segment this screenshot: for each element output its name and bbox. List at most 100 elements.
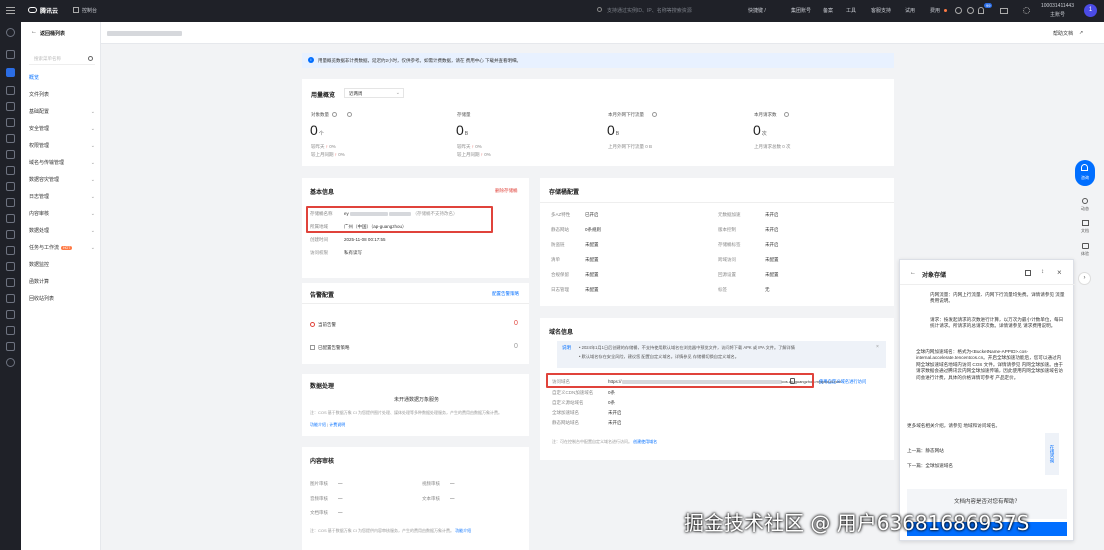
nav-item-overview[interactable]: 概览	[29, 72, 99, 84]
shield-icon[interactable]	[6, 166, 15, 175]
key-icon[interactable]	[6, 86, 15, 95]
help-icon[interactable]	[967, 7, 974, 14]
database-icon[interactable]	[6, 134, 15, 143]
network-icon[interactable]	[6, 230, 15, 239]
search-icon[interactable]	[597, 7, 602, 12]
topbar-item-tools[interactable]: 工具	[846, 7, 856, 14]
custom-domain-link[interactable]: 使用自定义域名进行访问	[819, 379, 866, 385]
cloud-icon[interactable]	[6, 214, 15, 223]
config-value: 未开启	[765, 242, 779, 247]
sub-value: 0 次	[782, 144, 791, 149]
account-id[interactable]: 100031411443	[1041, 3, 1074, 9]
audit-label: 文档审核	[310, 510, 328, 515]
chart-icon[interactable]	[6, 182, 15, 191]
container-icon[interactable]	[6, 246, 15, 255]
resize-icon[interactable]: ↕	[1041, 269, 1044, 275]
topbar-item-group-account[interactable]: 集团账号	[791, 7, 811, 14]
experience-label[interactable]: 体验	[1079, 251, 1091, 257]
log-icon[interactable]	[6, 310, 15, 319]
nav-item-tasks-workflow[interactable]: 任务与工作流 HOT ⌄	[29, 242, 99, 254]
next-doc-link[interactable]: 下一篇：全球加速域名	[907, 463, 953, 469]
search-icon[interactable]	[88, 56, 93, 61]
note-link[interactable]: 功能介绍	[455, 528, 471, 533]
delete-bucket-button[interactable]: 删除存储桶	[495, 188, 518, 194]
nav-item-basic-config[interactable]: 基础配置 ⌄	[29, 106, 99, 118]
content-audit-title: 内容审核	[310, 459, 335, 465]
consult-button[interactable]: 咨询	[1075, 160, 1095, 186]
nav-item-data-processing[interactable]: 数据处理 ⌄	[29, 225, 99, 237]
topbar-item-billing[interactable]: 费用	[930, 7, 940, 14]
home-icon[interactable]	[73, 7, 79, 13]
info-circle-icon[interactable]	[784, 112, 789, 117]
close-icon[interactable]: ×	[876, 344, 879, 350]
back-to-bucket-list[interactable]: 返回桶列表	[40, 30, 65, 37]
message-icon[interactable]	[6, 342, 15, 351]
help-circle-icon[interactable]	[332, 112, 337, 117]
topbar-item-icp[interactable]: 备案	[823, 7, 833, 14]
cdn-icon[interactable]	[6, 294, 15, 303]
nav-item-domain-transfer[interactable]: 域名与传输管理 ⌄	[29, 157, 99, 169]
apps-icon[interactable]	[1023, 7, 1030, 14]
bell-icon[interactable]	[978, 7, 984, 14]
info-icon: i	[308, 57, 314, 63]
book-icon[interactable]	[1082, 220, 1089, 226]
menu-icon[interactable]	[6, 7, 15, 14]
function-icon[interactable]	[6, 262, 15, 271]
chevron-right-icon[interactable]: ›	[1078, 272, 1091, 285]
info-circle-icon[interactable]	[347, 112, 352, 117]
calendar-icon[interactable]	[6, 102, 15, 111]
nav-item-disaster-recovery[interactable]: 数据容灾管理 ⌄	[29, 174, 99, 186]
dynamic-label[interactable]: 动态	[1079, 206, 1091, 212]
billing-link[interactable]: 计费说明	[329, 422, 345, 427]
online-consult-button[interactable]: 在线咨询	[1045, 433, 1059, 475]
mail-icon[interactable]	[1000, 8, 1008, 14]
nav-item-permissions[interactable]: 权限管理 ⌄	[29, 140, 99, 152]
nav-item-data-monitor[interactable]: 数据监控	[29, 259, 99, 271]
chat-icon[interactable]	[1082, 243, 1089, 249]
menu-search-input[interactable]: 搜索菜单名称	[29, 53, 95, 65]
avatar[interactable]: 1	[1084, 4, 1097, 17]
nav-item-function-compute[interactable]: 函数计算	[29, 276, 99, 288]
back-arrow-icon[interactable]: ←	[31, 29, 37, 35]
server-icon[interactable]	[6, 118, 15, 127]
configure-alarm-link[interactable]: 配置告警策略	[492, 291, 519, 297]
docs-label[interactable]: 文档	[1079, 228, 1091, 234]
nav-item-security[interactable]: 安全管理 ⌄	[29, 123, 99, 135]
audit-value: —	[338, 481, 343, 486]
brand-name[interactable]: 腾讯云	[40, 6, 58, 15]
config-value: 未配置	[765, 257, 779, 262]
global-search-input[interactable]: 支持通过实例ID、IP、名称等搜索资源	[607, 7, 692, 14]
cloud-logo-icon[interactable]	[28, 7, 37, 13]
nav-item-logs[interactable]: 日志管理 ⌄	[29, 191, 99, 203]
settings-icon[interactable]	[6, 358, 15, 367]
grid-icon[interactable]	[6, 28, 15, 37]
disk-icon[interactable]	[6, 150, 15, 159]
close-icon[interactable]: ×	[1057, 268, 1062, 277]
globe-icon[interactable]	[955, 7, 962, 14]
metric-sub1: 上月外网下行流量 0 B	[608, 144, 652, 150]
back-arrow-icon[interactable]: ←	[910, 270, 916, 276]
topbar-item-trial[interactable]: 试用	[905, 7, 915, 14]
help-doc-link[interactable]: 帮助文档	[1053, 30, 1073, 37]
ai-icon[interactable]	[6, 326, 15, 335]
monitor-icon[interactable]	[6, 278, 15, 287]
expand-icon[interactable]	[1025, 270, 1031, 276]
nav-item-content-audit[interactable]: 内容审核 ⌄	[29, 208, 99, 220]
footnote-link[interactable]: 创建使用域名	[633, 439, 657, 444]
topbar-item-support[interactable]: 客服支持	[871, 7, 891, 14]
feature-intro-link[interactable]: 功能介绍	[310, 422, 326, 427]
cos-bucket-icon[interactable]	[6, 68, 15, 77]
nav-item-file-list[interactable]: 文件列表	[29, 89, 99, 101]
info-circle-icon[interactable]	[652, 112, 657, 117]
cube-icon[interactable]	[6, 50, 15, 59]
global-accel-value: 未开启	[608, 410, 622, 415]
nav-label: 回收站列表	[29, 296, 55, 302]
console-link[interactable]: 控制台	[82, 7, 97, 14]
period-select[interactable]: 近两周 ⌄	[344, 88, 404, 98]
basic-info-title: 基本信息	[310, 190, 335, 196]
user-icon[interactable]	[6, 198, 15, 207]
metric-label: 本月外网下行流量	[608, 112, 644, 117]
prev-doc-link[interactable]: 上一篇：静态网站	[907, 448, 944, 454]
refresh-icon[interactable]	[1082, 198, 1088, 204]
nav-item-recycle-bin[interactable]: 回收站列表	[29, 293, 99, 305]
